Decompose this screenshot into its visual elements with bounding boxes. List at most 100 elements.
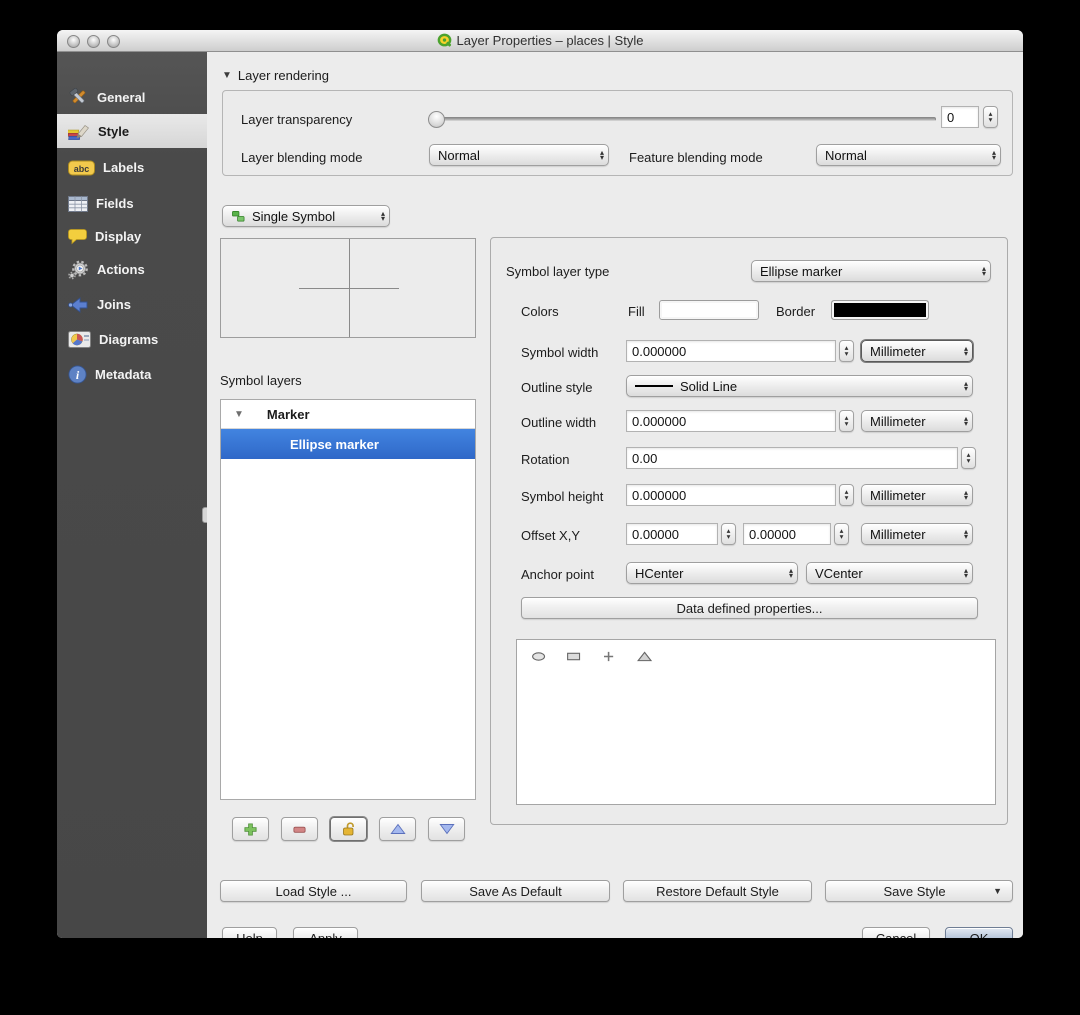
shape-rectangle[interactable] bbox=[562, 648, 586, 664]
sidebar-item-diagrams[interactable]: Diagrams bbox=[57, 323, 207, 356]
add-symbol-layer-button[interactable] bbox=[232, 817, 269, 841]
sidebar-item-labels[interactable]: abc Labels bbox=[57, 151, 207, 184]
offset-x-stepper[interactable]: ▴ ▾ bbox=[721, 523, 736, 545]
marker-shape-list bbox=[516, 639, 996, 805]
remove-symbol-layer-button[interactable] bbox=[281, 817, 318, 841]
offset-y-field[interactable]: 0.00000 bbox=[743, 523, 831, 545]
sidebar-item-display[interactable]: Display bbox=[57, 220, 207, 253]
feature-blending-mode-select[interactable]: Normal ▴ ▾ bbox=[816, 144, 1001, 166]
gear-icon bbox=[68, 260, 88, 279]
symbol-height-unit-select[interactable]: Millimeter ▴ ▾ bbox=[861, 484, 973, 506]
renderer-type-select[interactable]: Single Symbol ▴ ▾ bbox=[222, 205, 390, 227]
sidebar: General Style abc Labels Fields Display … bbox=[57, 52, 210, 938]
symbol-layer-type-select[interactable]: Ellipse marker ▴ ▾ bbox=[751, 260, 991, 282]
svg-text:abc: abc bbox=[74, 163, 90, 173]
symbol-width-label: Symbol width bbox=[521, 345, 599, 360]
layer-blending-mode-select[interactable]: Normal ▴ ▾ bbox=[429, 144, 609, 166]
sidebar-item-fields[interactable]: Fields bbox=[57, 187, 207, 220]
symbol-layer-type-label: Symbol layer type bbox=[506, 264, 610, 279]
layer-transparency-slider[interactable] bbox=[428, 111, 936, 128]
zoom-window-button[interactable] bbox=[107, 35, 120, 48]
sidebar-item-joins[interactable]: Joins bbox=[57, 288, 207, 321]
rotation-field[interactable]: 0.00 bbox=[626, 447, 958, 469]
slider-handle[interactable] bbox=[428, 111, 445, 128]
join-arrow-icon bbox=[68, 296, 88, 313]
data-defined-properties-button[interactable]: Data defined properties... bbox=[521, 597, 978, 619]
symbol-height-stepper[interactable]: ▴ ▾ bbox=[839, 484, 854, 506]
shape-triangle[interactable] bbox=[633, 648, 657, 664]
popup-arrows-icon: ▴ ▾ bbox=[991, 147, 996, 162]
help-button[interactable]: Help bbox=[222, 927, 277, 938]
rotation-stepper[interactable]: ▴ ▾ bbox=[961, 447, 976, 469]
sidebar-item-style[interactable]: Style bbox=[57, 114, 207, 148]
anchor-vertical-select[interactable]: VCenter ▴ ▾ bbox=[806, 562, 973, 584]
offset-unit-select[interactable]: Millimeter ▴ ▾ bbox=[861, 523, 973, 545]
load-style-button[interactable]: Load Style ... bbox=[220, 880, 407, 902]
ellipse-shape-icon bbox=[531, 651, 545, 661]
save-style-menu-button[interactable]: Save Style ▼ bbox=[825, 880, 1013, 902]
sidebar-item-metadata[interactable]: i Metadata bbox=[57, 358, 207, 391]
outline-width-stepper[interactable]: ▴ ▾ bbox=[839, 410, 854, 432]
outline-style-select[interactable]: Solid Line ▴ ▾ bbox=[626, 375, 973, 397]
paintbrush-icon bbox=[68, 124, 90, 140]
close-window-button[interactable] bbox=[67, 35, 80, 48]
tree-group-row[interactable]: ▼ Marker bbox=[221, 400, 475, 429]
disclosure-triangle-icon: ▼ bbox=[222, 70, 232, 81]
sidebar-item-general[interactable]: General bbox=[57, 81, 207, 114]
plus-icon bbox=[244, 822, 257, 836]
layer-properties-dialog: Layer Properties – places | Style Genera… bbox=[57, 30, 1023, 938]
sidebar-item-actions[interactable]: Actions bbox=[57, 253, 207, 286]
minus-icon bbox=[293, 826, 306, 833]
tools-icon bbox=[69, 87, 86, 103]
title-bar[interactable]: Layer Properties – places | Style bbox=[57, 30, 1023, 52]
outline-width-field[interactable]: 0.000000 bbox=[626, 410, 836, 432]
qgis-logo-icon bbox=[437, 33, 451, 47]
line-style-sample bbox=[635, 385, 673, 387]
move-layer-down-button[interactable] bbox=[428, 817, 465, 841]
fill-color-swatch[interactable] bbox=[659, 300, 759, 320]
save-as-default-button[interactable]: Save As Default bbox=[421, 880, 610, 902]
shape-ellipse[interactable] bbox=[527, 648, 551, 664]
popup-arrows-icon: ▴ ▾ bbox=[788, 565, 793, 580]
minimize-window-button[interactable] bbox=[87, 35, 100, 48]
offset-x-field[interactable]: 0.00000 bbox=[626, 523, 718, 545]
outline-width-unit-select[interactable]: Millimeter ▴ ▾ bbox=[861, 410, 973, 432]
popup-arrows-icon: ▴ ▾ bbox=[981, 263, 986, 278]
anchor-point-label: Anchor point bbox=[521, 567, 594, 582]
symbol-width-unit-select[interactable]: Millimeter ▴ ▾ bbox=[861, 340, 973, 362]
popup-arrows-icon: ▴ ▾ bbox=[963, 343, 968, 358]
symbol-width-field[interactable]: 0.000000 bbox=[626, 340, 836, 362]
popup-arrows-icon: ▴ ▾ bbox=[963, 565, 968, 580]
anchor-horizontal-select[interactable]: HCenter ▴ ▾ bbox=[626, 562, 798, 584]
offset-y-stepper[interactable]: ▴ ▾ bbox=[834, 523, 849, 545]
outline-width-label: Outline width bbox=[521, 415, 597, 430]
symbol-height-field[interactable]: 0.000000 bbox=[626, 484, 836, 506]
border-color-swatch[interactable] bbox=[831, 300, 929, 320]
feature-blending-mode-label: Feature blending mode bbox=[629, 150, 763, 165]
chart-icon bbox=[68, 331, 91, 348]
tree-selected-row[interactable]: Ellipse marker bbox=[221, 429, 475, 459]
symbol-height-label: Symbol height bbox=[521, 489, 604, 504]
apply-button[interactable]: Apply bbox=[293, 927, 358, 938]
popup-arrows-icon: ▴ ▾ bbox=[963, 526, 968, 541]
up-triangle-icon bbox=[389, 823, 406, 834]
restore-default-style-button[interactable]: Restore Default Style bbox=[623, 880, 812, 902]
down-triangle-icon bbox=[438, 824, 455, 835]
tree-expander-icon[interactable]: ▼ bbox=[234, 409, 244, 420]
shape-cross[interactable] bbox=[598, 648, 622, 664]
layer-rendering-section-header[interactable]: ▼ Layer rendering bbox=[222, 68, 329, 83]
layer-transparency-stepper[interactable]: ▴ ▾ bbox=[983, 106, 998, 128]
lock-symbol-layer-button[interactable] bbox=[330, 817, 367, 841]
layer-rendering-groupbox: Layer transparency 0 ▴ ▾ Layer blending m… bbox=[222, 90, 1013, 176]
layer-transparency-value-field[interactable]: 0 bbox=[941, 106, 979, 128]
cross-shape-icon bbox=[604, 651, 614, 661]
symbol-width-stepper[interactable]: ▴ ▾ bbox=[839, 340, 854, 362]
ok-button[interactable]: OK bbox=[945, 927, 1013, 938]
preview-horizontal-line bbox=[299, 288, 399, 289]
cancel-button[interactable]: Cancel bbox=[862, 927, 930, 938]
table-icon bbox=[68, 195, 88, 212]
info-icon: i bbox=[68, 365, 87, 384]
abc-icon: abc bbox=[68, 160, 95, 175]
move-layer-up-button[interactable] bbox=[379, 817, 416, 841]
window-title: Layer Properties – places | Style bbox=[437, 33, 643, 48]
